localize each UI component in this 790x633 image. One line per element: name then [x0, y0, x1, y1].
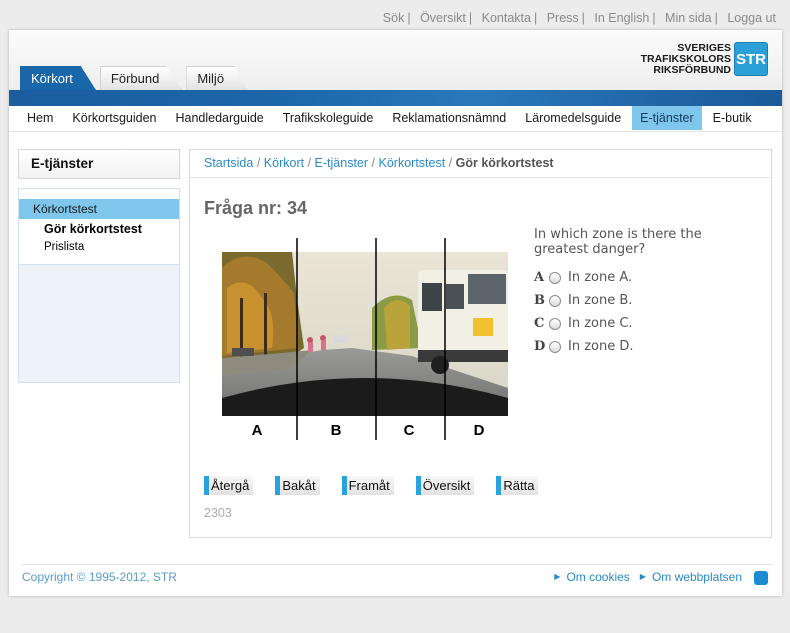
- sidebar-title: E-tjänster: [18, 149, 180, 179]
- copyright-text: Copyright © 1995-2012, STR: [22, 570, 177, 584]
- arrow-right-icon: ▶: [639, 572, 646, 581]
- tab-korkort[interactable]: Körkort: [20, 66, 96, 90]
- teamviewer-icon[interactable]: [754, 571, 768, 585]
- overview-button[interactable]: Översikt: [415, 476, 475, 495]
- answer-text: In zone D.: [568, 339, 634, 354]
- nav-item-hem[interactable]: Hem: [19, 106, 61, 130]
- logo-line-1: SVERIGES: [677, 41, 731, 54]
- breadcrumb-korkortstest[interactable]: Körkortstest: [379, 156, 446, 170]
- breadcrumb-current: Gör körkortstest: [455, 156, 554, 170]
- sidebar-item-prislista[interactable]: Prislista: [19, 238, 179, 256]
- logo-badge: STR: [734, 42, 768, 76]
- answer-option-c[interactable]: C In zone C.: [534, 312, 634, 335]
- utility-link-english[interactable]: In English: [594, 11, 649, 25]
- utility-link-kontakta[interactable]: Kontakta: [482, 11, 531, 25]
- answer-radio-c[interactable]: [549, 317, 561, 330]
- answer-letter: A: [534, 270, 545, 285]
- nav-item-handledarguide[interactable]: Handledarguide: [167, 106, 271, 130]
- tab-forbund[interactable]: Förbund: [99, 66, 183, 90]
- grade-button[interactable]: Rätta: [496, 476, 539, 495]
- question-id: 2303: [204, 506, 232, 520]
- zone-label-d: D: [474, 422, 485, 439]
- breadcrumb-e-tjanster[interactable]: E-tjänster: [315, 156, 369, 170]
- utility-link-sok[interactable]: Sök: [383, 11, 405, 25]
- utility-link-min-sida[interactable]: Min sida: [665, 11, 712, 25]
- answer-radio-b[interactable]: [549, 294, 561, 307]
- answer-text: In zone C.: [568, 316, 633, 331]
- nav-item-laromedelsguide[interactable]: Läromedelsguide: [517, 106, 629, 130]
- answer-text: In zone A.: [568, 270, 633, 285]
- page-frame: SVERIGES TRAFIKSKOLORS RIKSFÖRBUND STR K…: [9, 30, 782, 596]
- header-blue-bar: [9, 90, 782, 106]
- site-footer: Copyright © 1995-2012, STR ▶ Om cookies …: [21, 564, 772, 588]
- breadcrumb: Startsida / Körkort / E-tjänster / Körko…: [190, 150, 771, 178]
- tab-miljo[interactable]: Miljö: [186, 66, 248, 90]
- breadcrumb-startsida[interactable]: Startsida: [204, 156, 253, 170]
- back-to-start-button[interactable]: Återgå: [204, 476, 254, 495]
- nav-item-e-butik[interactable]: E-butik: [705, 106, 760, 130]
- utility-link-press[interactable]: Press: [547, 11, 579, 25]
- answer-letter: C: [534, 316, 545, 331]
- footer-link-om-webbplatsen[interactable]: Om webbplatsen: [652, 570, 742, 584]
- utility-nav: Sök | Översikt | Kontakta | Press | In Engli…: [382, 11, 776, 25]
- previous-button[interactable]: Bakåt: [275, 476, 320, 495]
- nav-item-e-tjanster[interactable]: E-tjänster: [632, 106, 702, 130]
- answer-options: A In zone A. B In zone B. C In zone C. D…: [534, 266, 634, 358]
- logo-line-2: TRAFIKSKOLORS: [640, 52, 731, 65]
- answer-option-b[interactable]: B In zone B.: [534, 289, 634, 312]
- zone-label-b: B: [331, 422, 342, 439]
- breadcrumb-korkort[interactable]: Körkort: [264, 156, 304, 170]
- answer-radio-d[interactable]: [549, 340, 561, 353]
- content-panel: Startsida / Körkort / E-tjänster / Körko…: [189, 149, 772, 538]
- answer-option-a[interactable]: A In zone A.: [534, 266, 634, 289]
- footer-link-om-cookies[interactable]: Om cookies: [566, 570, 629, 584]
- section-tabs: Körkort Förbund Miljö: [20, 66, 251, 90]
- utility-link-logga-ut[interactable]: Logga ut: [727, 11, 776, 25]
- question-number-title: Fråga nr: 34: [204, 198, 308, 218]
- question-photo: A B C D: [222, 238, 508, 440]
- site-header: SVERIGES TRAFIKSKOLORS RIKSFÖRBUND STR K…: [9, 30, 782, 90]
- nav-item-reklamationsnamnd[interactable]: Reklamationsnämnd: [384, 106, 514, 130]
- answer-letter: B: [534, 293, 545, 308]
- zone-label-a: A: [252, 422, 263, 439]
- sidebar-item-korkortstest[interactable]: Körkortstest: [19, 199, 179, 219]
- answer-option-d[interactable]: D In zone D.: [534, 335, 634, 358]
- zone-label-c: C: [404, 422, 415, 439]
- footer-links: ▶ Om cookies ▶ Om webbplatsen: [544, 570, 742, 584]
- main-nav: Hem Körkortsguiden Handledarguide Trafik…: [9, 106, 782, 132]
- sidebar-menu: Körkortstest Gör körkortstest Prislista: [18, 188, 180, 383]
- answer-text: In zone B.: [568, 293, 633, 308]
- logo-line-3: RIKSFÖRBUND: [653, 63, 731, 76]
- answer-radio-a[interactable]: [549, 271, 561, 284]
- answer-letter: D: [534, 339, 546, 354]
- str-logo[interactable]: SVERIGES TRAFIKSKOLORS RIKSFÖRBUND STR: [641, 42, 768, 76]
- quiz-buttons: Återgå Bakåt Framåt Översikt Rätta: [204, 476, 560, 495]
- question-text: In which zone is there the greatest dang…: [534, 227, 702, 257]
- sidebar-item-gor-korkortstest[interactable]: Gör körkortstest: [19, 220, 179, 238]
- nav-item-trafikskoleguide[interactable]: Trafikskoleguide: [275, 106, 382, 130]
- utility-link-oversikt[interactable]: Översikt: [420, 11, 466, 25]
- nav-item-korkortsguiden[interactable]: Körkortsguiden: [64, 106, 164, 130]
- next-button[interactable]: Framåt: [341, 476, 394, 495]
- arrow-right-icon: ▶: [554, 572, 561, 581]
